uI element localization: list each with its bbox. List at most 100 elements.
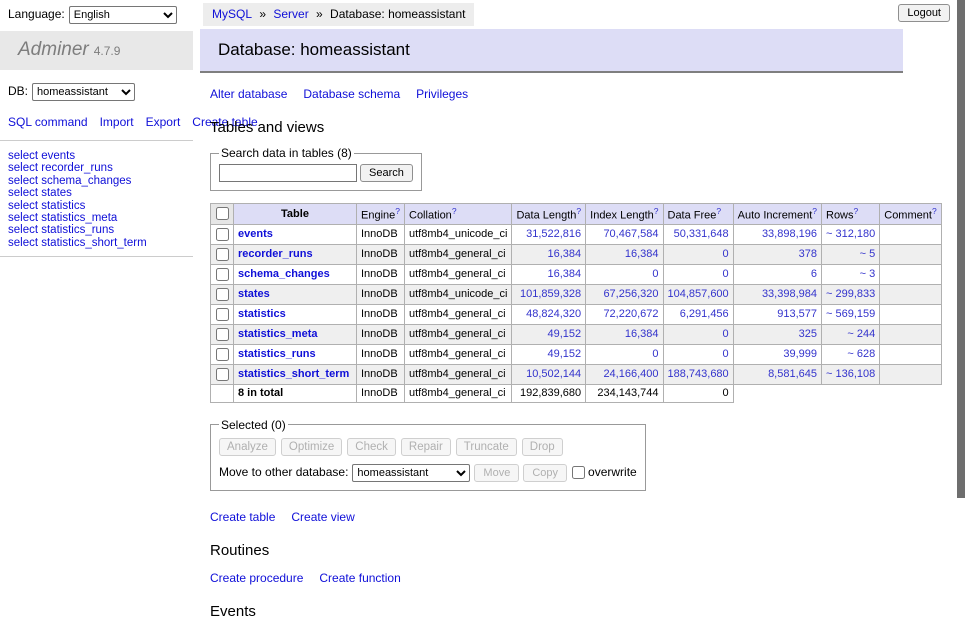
engine-cell: InnoDB: [357, 264, 405, 284]
column-help-link[interactable]: ?: [452, 206, 457, 216]
vertical-scrollbar-thumb[interactable]: [957, 0, 965, 498]
row-checkbox[interactable]: [216, 248, 229, 261]
rows-count-cell: ~ 312,180: [822, 224, 880, 244]
comment-cell: [880, 284, 941, 304]
copy-button[interactable]: Copy: [523, 464, 567, 482]
column-help-link[interactable]: ?: [576, 206, 581, 216]
sidebar-table-link[interactable]: select statistics_meta: [8, 212, 185, 224]
collation-cell: utf8mb4_general_ci: [405, 344, 512, 364]
db-nav-link[interactable]: Alter database: [210, 87, 287, 101]
search-input[interactable]: [219, 164, 357, 182]
table-name-link[interactable]: schema_changes: [238, 268, 330, 280]
row-checkbox-cell: [211, 364, 234, 384]
comment-cell: [880, 224, 941, 244]
breadcrumb-link[interactable]: Server: [273, 7, 308, 21]
row-checkbox[interactable]: [216, 288, 229, 301]
sidebar-table-link[interactable]: select events: [8, 150, 185, 162]
auto-increment-cell: 913,577: [733, 304, 821, 324]
auto-increment-cell: 33,398,984: [733, 284, 821, 304]
optimize-button[interactable]: Optimize: [281, 438, 342, 456]
comment-cell: [880, 264, 941, 284]
db-nav-links: Alter database Database schema Privileges: [210, 87, 955, 101]
row-checkbox[interactable]: [216, 268, 229, 281]
column-help-link[interactable]: ?: [854, 206, 859, 216]
index-length-cell: 16,384: [586, 324, 663, 344]
sidebar-table-link[interactable]: select schema_changes: [8, 175, 185, 187]
routine-link[interactable]: Create procedure: [210, 571, 303, 585]
table-name-link[interactable]: statistics_runs: [238, 348, 316, 360]
data-free-cell: 0: [663, 344, 733, 364]
row-checkbox[interactable]: [216, 348, 229, 361]
logout-button[interactable]: Logout: [898, 4, 950, 22]
check-button[interactable]: Check: [347, 438, 396, 456]
table-name-cell: statistics_runs: [234, 344, 357, 364]
column-help-link[interactable]: ?: [654, 206, 659, 216]
column-header-engine: Engine?: [357, 204, 405, 225]
truncate-button[interactable]: Truncate: [456, 438, 517, 456]
row-checkbox[interactable]: [216, 308, 229, 321]
overwrite-checkbox[interactable]: [572, 466, 585, 479]
sidebar-action-link[interactable]: SQL command: [8, 115, 88, 129]
db-nav-link[interactable]: Privileges: [416, 87, 468, 101]
tables-heading: Tables and views: [210, 119, 955, 136]
row-checkbox[interactable]: [216, 228, 229, 241]
auto-increment-cell: 39,999: [733, 344, 821, 364]
sidebar-table-link[interactable]: select statistics: [8, 200, 185, 212]
table-name-link[interactable]: events: [238, 228, 273, 240]
drop-button[interactable]: Drop: [522, 438, 563, 456]
table-name-link[interactable]: statistics_short_term: [238, 368, 349, 380]
data-length-cell: 16,384: [512, 244, 586, 264]
rows-count-cell: ~ 5: [822, 244, 880, 264]
sidebar-table-link[interactable]: select statistics_short_term: [8, 237, 185, 249]
select-all-cell: [211, 204, 234, 225]
sidebar-table-link[interactable]: select states: [8, 187, 185, 199]
move-db-select[interactable]: homeassistant: [352, 464, 470, 482]
column-header-data-free: Data Free?: [663, 204, 733, 225]
sidebar-table-link[interactable]: select recorder_runs: [8, 162, 185, 174]
table-name-cell: statistics_meta: [234, 324, 357, 344]
collation-cell: utf8mb4_general_ci: [405, 324, 512, 344]
routine-link[interactable]: Create function: [319, 571, 400, 585]
data-free-cell: 188,743,680: [663, 364, 733, 384]
sidebar-action-link[interactable]: Import: [100, 115, 134, 129]
table-name-link[interactable]: statistics_meta: [238, 328, 318, 340]
row-checkbox-cell: [211, 224, 234, 244]
column-help-link[interactable]: ?: [932, 206, 937, 216]
auto-increment-cell: 8,581,645: [733, 364, 821, 384]
breadcrumb-link[interactable]: MySQL: [212, 7, 252, 21]
column-header-index-length: Index Length?: [586, 204, 663, 225]
row-checkbox[interactable]: [216, 328, 229, 341]
move-button[interactable]: Move: [474, 464, 519, 482]
db-label: DB:: [8, 84, 28, 98]
selected-legend: Selected (0): [219, 418, 288, 432]
select-all-checkbox[interactable]: [216, 207, 229, 220]
create-link[interactable]: Create view: [291, 510, 354, 524]
db-select[interactable]: homeassistant: [32, 83, 135, 101]
column-help-link[interactable]: ?: [812, 206, 817, 216]
analyze-button[interactable]: Analyze: [219, 438, 276, 456]
total-label-cell: 8 in total: [234, 384, 357, 402]
create-link[interactable]: Create table: [210, 510, 275, 524]
table-name-link[interactable]: statistics: [238, 308, 286, 320]
row-checkbox[interactable]: [216, 368, 229, 381]
language-label: Language:: [8, 7, 65, 21]
table-name-link[interactable]: states: [238, 288, 270, 300]
comment-cell: [880, 304, 941, 324]
collation-cell: utf8mb4_unicode_ci: [405, 284, 512, 304]
search-button[interactable]: Search: [360, 164, 413, 182]
repair-button[interactable]: Repair: [401, 438, 451, 456]
sidebar-table-link[interactable]: select statistics_runs: [8, 224, 185, 236]
rows-count-cell: ~ 628: [822, 344, 880, 364]
language-select[interactable]: English: [69, 6, 177, 24]
total-empty-cell: [733, 384, 941, 402]
db-nav-link[interactable]: Database schema: [303, 87, 400, 101]
breadcrumb-current: Database: homeassistant: [330, 7, 465, 21]
column-help-link[interactable]: ?: [716, 206, 721, 216]
sidebar-action-link[interactable]: Export: [146, 115, 181, 129]
data-length-cell: 101,859,328: [512, 284, 586, 304]
index-length-cell: 24,166,400: [586, 364, 663, 384]
data-free-cell: 104,857,600: [663, 284, 733, 304]
create-links: Create table Create view: [210, 510, 955, 524]
table-name-link[interactable]: recorder_runs: [238, 248, 313, 260]
column-help-link[interactable]: ?: [395, 206, 400, 216]
